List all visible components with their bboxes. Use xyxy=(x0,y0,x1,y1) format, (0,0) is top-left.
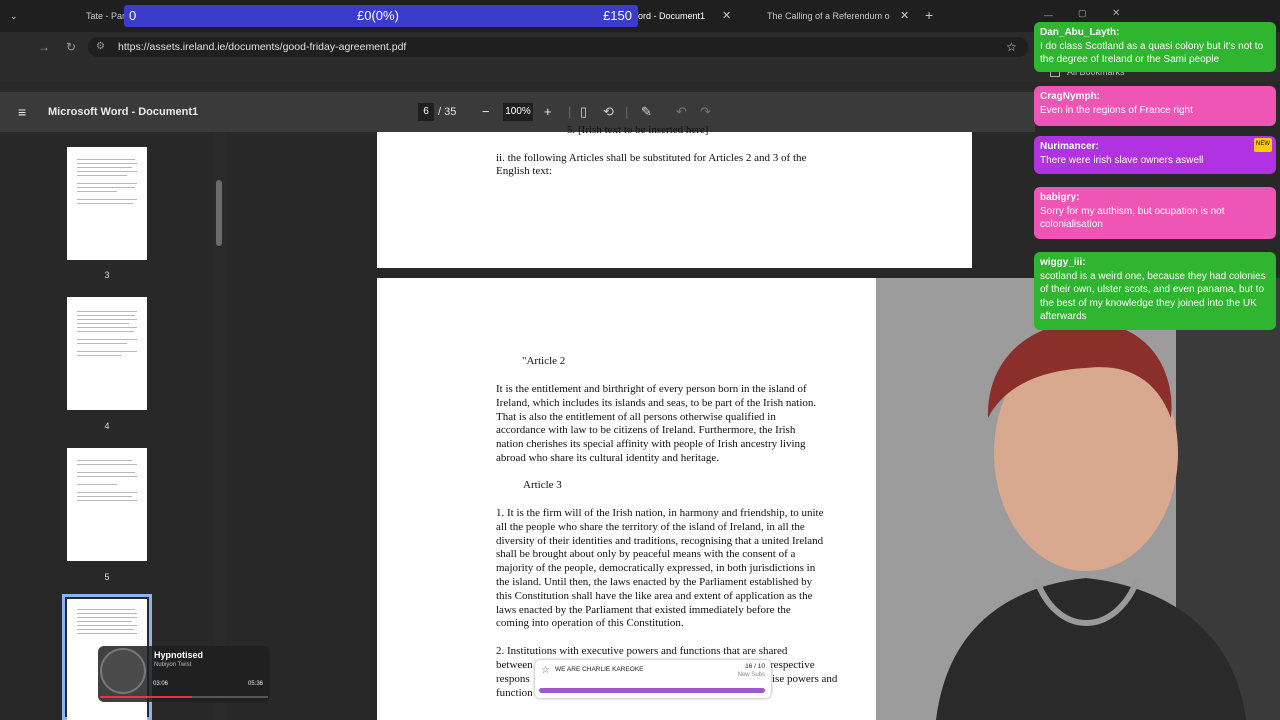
chat-text: Sorry for my authism, but ocupation is n… xyxy=(1040,205,1225,231)
article-3-para-1-line: 1. It is the firm will of the Irish nati… xyxy=(496,507,824,519)
article-3-para-1-line: diversity of their identities and tradit… xyxy=(496,534,824,547)
page-number-input[interactable]: 6 xyxy=(418,103,434,121)
article-2-line: nation cherishes its special affinity wi… xyxy=(496,438,806,451)
thumbnail-page-5[interactable] xyxy=(67,448,147,561)
chat-username: wiggy_iii: xyxy=(1040,257,1086,268)
chat-message: Nurimancer: There were irish slave owners… xyxy=(1034,136,1276,174)
chat-text: Even in the regions of France right xyxy=(1040,104,1193,116)
track-elapsed: 03:06 xyxy=(153,681,169,687)
article-3-para-1-line: shall be brought about only by peaceful … xyxy=(496,548,796,561)
chat-text: There were irish slave owners aswell xyxy=(1040,154,1204,166)
chat-username: CragNymph: xyxy=(1040,91,1101,102)
tab-1[interactable]: Tate - Par xyxy=(86,6,126,26)
track-artist: Nubiyon Twist xyxy=(154,662,192,668)
tab-2-close-icon[interactable]: ✕ xyxy=(722,6,731,26)
sub-goal-count: 16 / 10 xyxy=(745,663,765,670)
article-3-para-1-line: laws enacted by the Parliament that exis… xyxy=(496,603,791,616)
chat-text: I do class Scotland as a quasi colony bu… xyxy=(1040,40,1264,66)
thumbnail-label-5: 5 xyxy=(104,572,110,582)
zoom-in-button[interactable]: + xyxy=(544,92,552,132)
zoom-input[interactable]: 100% xyxy=(503,103,533,121)
article-2-heading: "Article 2 xyxy=(522,355,566,367)
maximize-icon[interactable]: ▢ xyxy=(1078,8,1087,19)
tab-3-close-icon[interactable]: ✕ xyxy=(900,6,909,26)
close-window-icon[interactable]: ✕ xyxy=(1112,8,1120,19)
article-2-line: That is also the entitlement of all pers… xyxy=(496,410,776,423)
article-3-para-2-line-1: 2. Institutions with executive powers an… xyxy=(496,645,788,657)
streamer-silhouette xyxy=(876,278,1280,720)
chat-message: CragNymph: Even in the regions of France … xyxy=(1034,86,1276,126)
article-2-line: It is the entitlement and birthright of … xyxy=(496,383,807,395)
donation-bar: 0 £0(0%) £150 xyxy=(124,5,638,27)
bookmark-star-icon[interactable]: ☆ xyxy=(1006,38,1017,56)
album-art xyxy=(100,648,146,694)
music-player: Hypnotised Nubiyon Twist 03:06 05:36 xyxy=(98,646,270,702)
article-3-para-2-line-3: respons xyxy=(496,673,530,685)
page5-line-2: English text: xyxy=(496,165,552,177)
sidebar-scrollbar-thumb[interactable] xyxy=(216,180,222,246)
document-title: Microsoft Word - Document1 xyxy=(48,106,199,118)
donation-center-value: £0(0%) xyxy=(357,8,399,23)
thumbnail-label-4: 4 xyxy=(104,421,110,431)
donation-goal-value: £150 xyxy=(603,8,632,23)
article-3-para-1-line: coming into operation of this Constituti… xyxy=(496,617,684,630)
article-2-line: abroad who share its cultural identity a… xyxy=(496,452,719,464)
thumbnail-page-3[interactable] xyxy=(67,147,147,260)
tab-menu-icon[interactable]: ⌄ xyxy=(10,6,24,26)
new-tab-button[interactable]: + xyxy=(925,5,933,25)
webcam-feed xyxy=(876,278,1280,720)
tab-2-active[interactable]: ord - Document1 xyxy=(638,6,718,26)
article-3-para-2-line-2b: respective xyxy=(770,659,815,671)
article-2-line: accordance with law to be citizens of Ir… xyxy=(496,424,796,437)
page5-line-1: ii. the following Articles shall be subs… xyxy=(496,152,807,164)
tab-3[interactable]: The Calling of a Referendum o xyxy=(767,6,892,26)
page-total: / 35 xyxy=(438,106,457,118)
chat-message: babigry: Sorry for my authism, but ocupat… xyxy=(1034,187,1276,239)
article-3-para-2-line-3b: ise powers and xyxy=(772,673,838,685)
chat-username: Dan_Abu_Layth: xyxy=(1040,27,1120,38)
sub-goal-caption: New Subs xyxy=(737,672,765,678)
forward-icon[interactable]: → xyxy=(38,38,50,56)
minimize-icon[interactable]: — xyxy=(1044,10,1053,20)
cut-line: 5. [Irish text to be inserted here] xyxy=(567,124,709,136)
chat-message: Dan_Abu_Layth: I do class Scotland as a q… xyxy=(1034,22,1276,72)
zoom-out-button[interactable]: − xyxy=(482,92,490,132)
sub-goal-widget: ☆ WE ARE CHARLIE KAREOKE 16 / 10 New Sub… xyxy=(535,660,771,698)
chat-text: scotland is a weird one, because they ha… xyxy=(1040,270,1266,323)
track-title: Hypnotised xyxy=(154,650,204,660)
article-3-para-1-line: majority of the people, democratically e… xyxy=(496,562,816,575)
new-badge: NEW xyxy=(1254,138,1272,152)
article-3-para-1-line: all the people who share the territory o… xyxy=(496,520,805,533)
article-2-line: Ireland, which includes its islands and … xyxy=(496,396,817,409)
donation-left-value: 0 xyxy=(129,8,137,23)
article-3-para-1-line: the island. Until then, the laws enacted… xyxy=(496,576,813,588)
article-3-para-2-line-4: function xyxy=(496,687,533,699)
reload-icon[interactable]: ↻ xyxy=(66,38,76,56)
article-3-para-1-line: this Constitution shall have the like ar… xyxy=(496,589,813,602)
article-3-heading: Article 3 xyxy=(523,479,562,491)
site-settings-icon[interactable]: ⚙ xyxy=(96,38,105,56)
chat-username: Nurimancer: xyxy=(1040,141,1099,152)
sub-goal-fill xyxy=(539,688,765,693)
track-progress-fill xyxy=(100,696,193,698)
sub-goal-label: WE ARE CHARLIE KAREOKE xyxy=(555,666,644,673)
thumbnail-label-3: 3 xyxy=(104,270,110,280)
thumbnail-page-4[interactable] xyxy=(67,297,147,410)
chat-username: babigry: xyxy=(1040,192,1080,203)
chat-message: wiggy_iii: scotland is a weird one, becau… xyxy=(1034,252,1276,330)
menu-icon[interactable]: ≡ xyxy=(18,92,26,132)
article-3-para-2-line-2: between xyxy=(496,659,533,671)
stream-screen: ⌄ Tate - Par ord - Document1 ✕ The Calli… xyxy=(0,0,1280,720)
star-icon: ☆ xyxy=(541,665,550,676)
track-duration: 05:36 xyxy=(248,681,264,687)
url-text[interactable]: https://assets.ireland.ie/documents/good… xyxy=(118,38,406,56)
